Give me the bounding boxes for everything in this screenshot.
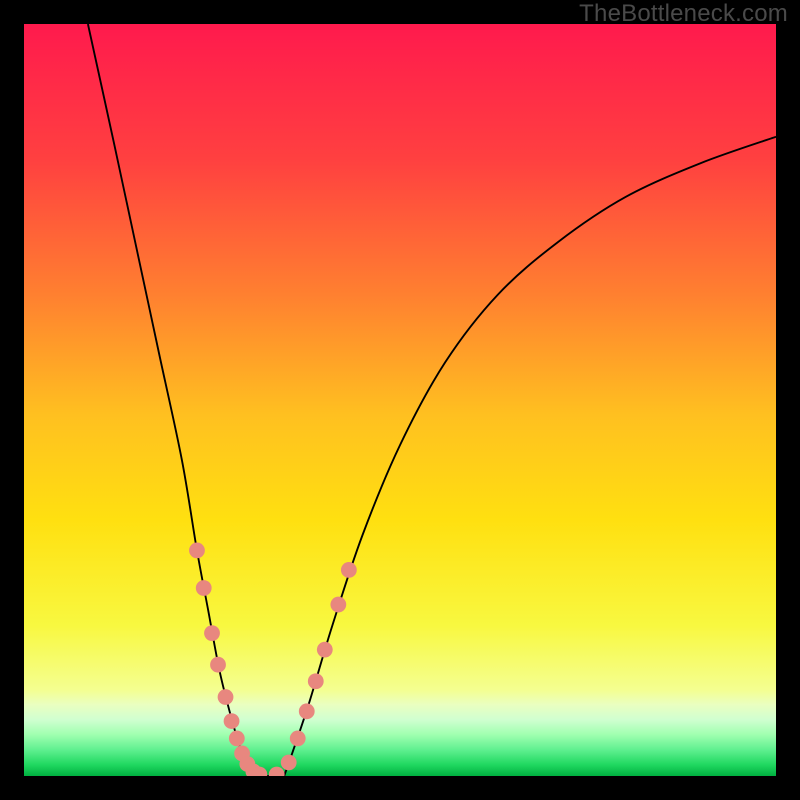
markers-left (189, 543, 285, 776)
curves-layer (24, 24, 776, 776)
curve-right (284, 137, 776, 776)
data-marker (229, 731, 245, 747)
data-marker (341, 562, 357, 578)
data-marker (317, 642, 333, 658)
data-marker (330, 597, 346, 613)
data-marker (189, 543, 205, 559)
markers-right (281, 562, 357, 770)
data-marker (290, 731, 306, 747)
data-marker (281, 755, 297, 771)
data-marker (308, 673, 324, 689)
chart-frame: TheBottleneck.com (0, 0, 800, 800)
data-marker (224, 713, 240, 729)
data-marker (299, 703, 315, 719)
watermark-text: TheBottleneck.com (579, 0, 788, 28)
data-marker (269, 767, 285, 776)
data-marker (218, 689, 234, 705)
data-marker (204, 625, 220, 641)
plot-area (24, 24, 776, 776)
curve-left (88, 24, 252, 776)
data-marker (196, 580, 212, 596)
data-marker (210, 657, 226, 673)
